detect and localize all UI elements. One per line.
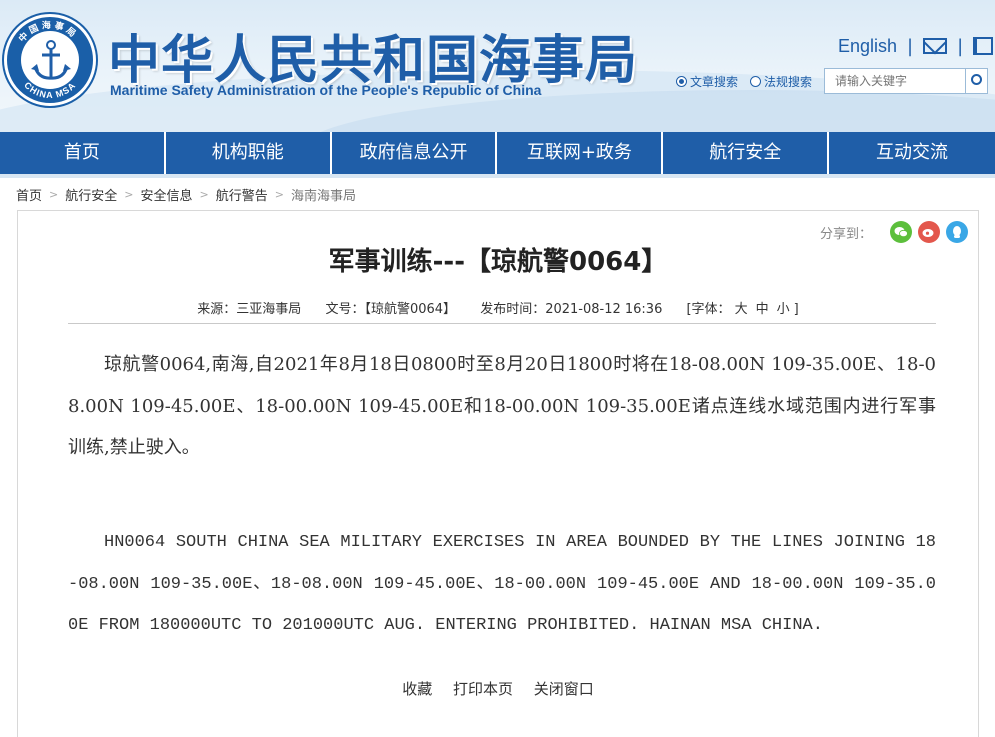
logo-ring-text: 中国海事局 CHINA MSA: [16, 19, 80, 100]
font-medium-button[interactable]: 中: [756, 302, 769, 317]
book-icon[interactable]: [973, 37, 994, 55]
font-small-button[interactable]: 小: [777, 302, 790, 317]
divider: |: [957, 35, 964, 57]
search-option-label: 文章搜索: [690, 74, 739, 89]
font-size-selector: [字体： 大中小]: [686, 302, 798, 317]
breadcrumb-navigation-safety[interactable]: 航行安全: [65, 185, 117, 204]
share-label: 分享到：: [819, 226, 872, 242]
site-header: 中国海事局 CHINA MSA 中华人民共和国海事局 Maritime Safe…: [0, 0, 995, 132]
article-number: 文号：【琼航警0064】: [325, 302, 457, 317]
search-input[interactable]: [824, 68, 967, 94]
search-option-regulation[interactable]: 法规搜索: [750, 73, 812, 90]
main-nav: 首页 机构职能 政府信息公开 互联网+政务 航行安全 互动交流: [0, 132, 995, 174]
chevron-right-icon: >: [124, 187, 134, 201]
wechat-icon[interactable]: [890, 221, 912, 243]
title-divider: [68, 323, 936, 324]
article-actions: 收藏 打印本页 关闭窗口: [18, 678, 978, 699]
article-date: 发布时间：2021-08-12 16:36: [480, 302, 663, 317]
chevron-right-icon: >: [274, 187, 284, 201]
radio-unselected-icon[interactable]: [750, 75, 762, 87]
breadcrumb: 首页 > 航行安全 > 安全信息 > 航行警告 > 海南海事局: [16, 184, 356, 204]
article-body-en: HN0064 SOUTH CHINA SEA MILITARY EXERCISE…: [68, 533, 936, 635]
search-option-article[interactable]: 文章搜索: [676, 73, 738, 90]
breadcrumb-current[interactable]: 海南海事局: [291, 185, 356, 204]
nav-item-navigation-safety[interactable]: 航行安全: [663, 132, 830, 174]
search-bar: 文章搜索 法规搜索: [676, 68, 995, 94]
article-source: 来源：三亚海事局: [197, 302, 302, 317]
nav-item-home[interactable]: 首页: [0, 132, 166, 174]
font-size-label: [字体：: [686, 302, 731, 317]
svg-text:CHINA MSA: CHINA MSA: [22, 80, 77, 100]
article-title: 军事训练---【琼航警0064】: [328, 247, 668, 277]
chevron-right-icon: >: [199, 187, 209, 201]
chevron-right-icon: >: [49, 187, 59, 201]
search-icon: [971, 74, 983, 85]
breadcrumb-home[interactable]: 首页: [16, 185, 42, 204]
font-size-close: ]: [793, 302, 799, 317]
article-meta: 来源：三亚海事局 文号：【琼航警0064】 发布时间：2021-08-12 16…: [18, 298, 978, 317]
mail-icon[interactable]: [923, 38, 948, 54]
breadcrumb-nav-warnings[interactable]: 航行警告: [216, 185, 268, 204]
nav-item-interaction[interactable]: 互动交流: [829, 132, 995, 174]
nav-underline: [0, 174, 995, 178]
font-large-button[interactable]: 大: [735, 302, 748, 317]
search-button[interactable]: [966, 68, 989, 94]
close-window-link[interactable]: 关闭窗口: [534, 680, 594, 698]
article-panel: 分享到： 军事训练---【琼航警0064】 来源：三亚海事局 文号：【琼航警00…: [17, 210, 979, 737]
article-body-cn: 琼航警0064,南海,自2021年8月18日0800时至8月20日1800时将在…: [68, 354, 936, 458]
favorite-link[interactable]: 收藏: [402, 680, 432, 698]
qq-icon[interactable]: [946, 221, 968, 243]
breadcrumb-safety-info[interactable]: 安全信息: [140, 185, 192, 204]
radio-selected-icon[interactable]: [676, 75, 687, 87]
site-title-en: Maritime Safety Administration of the Pe…: [110, 82, 542, 98]
english-link[interactable]: English: [838, 36, 897, 57]
msa-logo[interactable]: 中国海事局 CHINA MSA: [4, 14, 96, 106]
top-utility-links: English | |: [838, 34, 994, 58]
search-option-label: 法规搜索: [764, 74, 813, 89]
svg-text:中国海事局: 中国海事局: [16, 19, 80, 45]
weibo-icon[interactable]: [918, 221, 940, 243]
nav-item-functions[interactable]: 机构职能: [166, 132, 332, 174]
share-bar: 分享到：: [820, 221, 968, 243]
nav-item-gov-info[interactable]: 政府信息公开: [332, 132, 498, 174]
divider: |: [907, 35, 914, 57]
print-link[interactable]: 打印本页: [453, 680, 513, 698]
nav-item-internet-gov[interactable]: 互联网+政务: [497, 132, 664, 174]
